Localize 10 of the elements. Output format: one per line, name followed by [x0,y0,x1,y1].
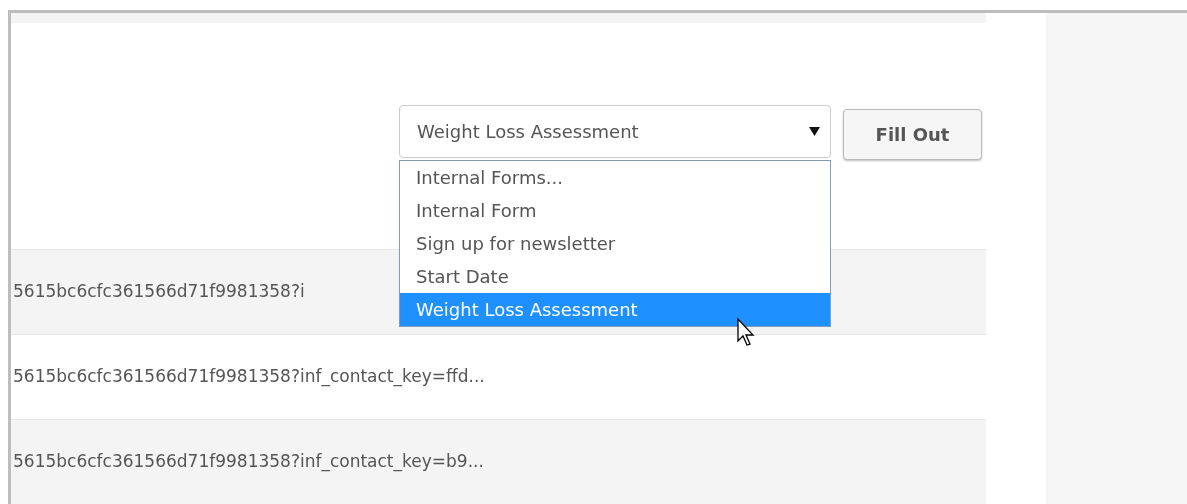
dropdown-option[interactable]: Sign up for newsletter [400,226,830,260]
caret-icon [809,126,820,136]
form-select[interactable]: Weight Loss Assessment [399,104,831,158]
fill-out-button[interactable]: Fill Out [843,108,982,160]
url-text: 5615bc6cfc361566d71f9981358?inf_contact_key=ffd... [12,365,485,389]
url-text: 5615bc6cfc361566d71f9981358?inf_contact_key=b9... [12,450,484,474]
dropdown-option[interactable]: Internal Forms... [400,160,830,194]
dropdown-option[interactable]: Start Date [400,259,830,293]
url-text: 5615bc6cfc361566d71f9981358?i [12,280,305,304]
dropdown-option[interactable]: Internal Form [400,193,830,227]
